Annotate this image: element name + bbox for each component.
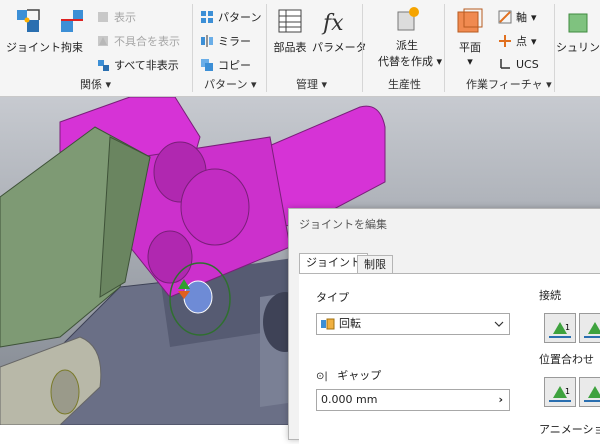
separator (362, 4, 363, 92)
pattern-label: パターン (218, 11, 262, 24)
joint-type-value: 回転 (339, 317, 361, 330)
hide-all-icon (98, 60, 109, 71)
gap-label: ギャップ (337, 369, 382, 382)
align-select-1-button[interactable]: 1 (544, 377, 576, 407)
connect-select-2-button[interactable] (579, 313, 600, 343)
pattern-button[interactable]: パターン (200, 9, 261, 25)
joint-icon (17, 9, 40, 32)
gap-row: ⊙| ギャップ (316, 367, 381, 383)
plane-icon (457, 8, 483, 33)
fx-icon: fx (321, 11, 344, 36)
derive-button[interactable]: 派生 代替を作成 ▾ (378, 6, 442, 69)
constraint-label: 拘束 (61, 41, 83, 54)
copy-icon (201, 59, 213, 71)
connect-select-1-button[interactable]: 1 (544, 313, 576, 343)
gap-arrow-icon[interactable]: › (498, 390, 503, 410)
type-label: タイプ (316, 291, 349, 304)
bom-icon (278, 9, 302, 33)
bom-label: 部品表 (273, 41, 307, 54)
joint-label: ジョイント (6, 41, 61, 54)
rotational-joint-icon (321, 318, 335, 330)
axis-button[interactable]: 軸 ▾ (498, 9, 537, 25)
show-problems-icon (98, 36, 108, 46)
shrinkwrap-button[interactable]: シュリンク (556, 6, 600, 55)
ucs-button[interactable]: UCS (498, 57, 539, 71)
group-relations-label[interactable]: 関係 ▾ (80, 76, 111, 92)
joint-button[interactable]: ジョイント (6, 6, 61, 55)
animation-label: アニメーション (539, 423, 600, 436)
show-label: 表示 (114, 11, 136, 24)
ucs-icon (500, 59, 510, 69)
separator (266, 4, 267, 92)
align-arrow-icon (584, 386, 600, 402)
separator (554, 4, 555, 92)
show-problems-button[interactable]: 不具合を表示 (96, 33, 180, 49)
edit-joint-dialog: ジョイントを編集 ジョイント 制限 タイプ 回転 ⊙| ギャップ 0.000 m… (288, 208, 600, 444)
connect-label: 接続 (539, 289, 561, 302)
mirror-icon (201, 35, 213, 47)
gap-input[interactable]: 0.000 mm › (316, 389, 510, 411)
align-select-2-button[interactable] (579, 377, 600, 407)
align-arrow-icon: 1 (549, 386, 571, 402)
group-manage-label[interactable]: 管理 ▾ (296, 76, 327, 92)
axis-icon (498, 10, 512, 24)
separator (192, 4, 193, 92)
svg-text:1: 1 (565, 323, 570, 332)
derive-icon (397, 7, 419, 31)
joint-type-select[interactable]: 回転 (316, 313, 510, 335)
shrinkwrap-label: シュリンク (556, 41, 600, 54)
shrinkwrap-icon (568, 13, 588, 33)
axis-label: 軸 (516, 11, 527, 24)
constraint-button[interactable]: 拘束 (54, 6, 90, 55)
pattern-icon (201, 11, 213, 23)
plane-label: 平面 (459, 41, 481, 54)
hide-all-button[interactable]: すべて非表示 (96, 57, 179, 73)
group-productivity-label: 生産性 (388, 78, 421, 91)
chevron-down-icon (494, 321, 504, 327)
dialog-title: ジョイントを編集 (299, 218, 387, 231)
copy-button[interactable]: コピー (200, 57, 251, 73)
plane-button[interactable]: 平面 ▾ (450, 6, 490, 68)
group-work-features-label[interactable]: 作業フィーチャ ▾ (466, 76, 552, 92)
bom-button[interactable]: 部品表 (270, 6, 310, 55)
parameters-label: パラメータ (312, 41, 367, 54)
connect-arrow-icon (584, 322, 600, 338)
gap-value: 0.000 mm (321, 393, 378, 406)
derive-label-2: 代替を作成 (378, 55, 433, 68)
group-pattern-label[interactable]: パターン ▾ (204, 76, 256, 92)
point-button[interactable]: 点 ▾ (498, 33, 537, 49)
show-problems-label: 不具合を表示 (114, 35, 180, 48)
show-icon (98, 12, 108, 22)
parameters-button[interactable]: fx パラメータ (312, 6, 367, 55)
svg-text:fx: fx (321, 11, 344, 36)
connect-arrow-icon: 1 (549, 322, 571, 338)
derive-label-1: 派生 (396, 39, 418, 52)
ribbon: ジョイント 拘束 表示 不具合を表示 すべて非表示 関係 ▾ パターン ミラー … (0, 0, 600, 97)
point-icon (499, 35, 511, 47)
point-label: 点 (516, 35, 527, 48)
mirror-label: ミラー (218, 35, 251, 48)
mirror-button[interactable]: ミラー (200, 33, 251, 49)
tab-limits[interactable]: 制限 (357, 255, 393, 274)
constraint-icon (61, 10, 83, 32)
show-button[interactable]: 表示 (96, 9, 136, 25)
hide-all-label: すべて非表示 (114, 59, 179, 72)
gap-icon: ⊙| (316, 371, 328, 382)
separator (444, 4, 445, 92)
svg-text:1: 1 (565, 387, 570, 396)
ucs-label: UCS (516, 57, 539, 71)
align-label: 位置合わせ (539, 353, 594, 366)
copy-label: コピー (218, 59, 251, 72)
